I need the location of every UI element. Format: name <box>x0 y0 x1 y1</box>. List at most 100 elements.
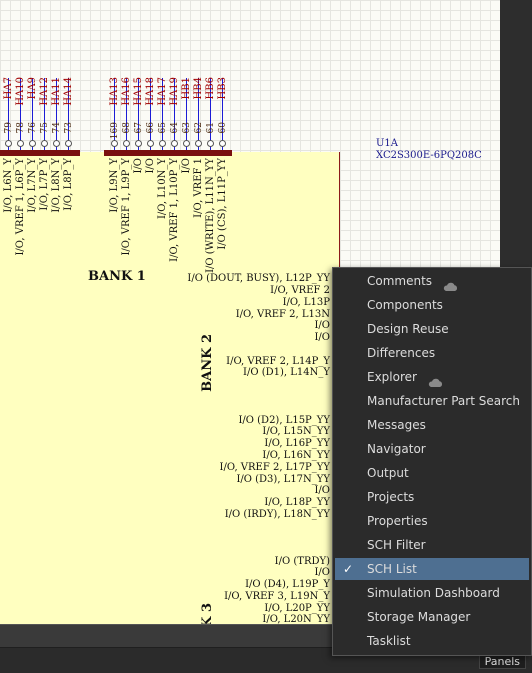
menu-item-label: Manufacturer Part Search <box>367 394 520 408</box>
menu-item-differences[interactable]: Differences <box>335 342 529 364</box>
pin-name: I/O, VREF 1 <box>193 158 204 218</box>
menu-item-simulation-dashboard[interactable]: Simulation Dashboard <box>335 582 529 604</box>
pin-junction <box>65 140 72 147</box>
menu-item-label: Explorer <box>367 370 417 384</box>
pin-name-right: I/O, VREF 3, L19N_Y <box>224 591 330 602</box>
net-label[interactable]: HA17 <box>157 77 168 106</box>
pin-number: 61 <box>206 122 216 134</box>
menu-item-label: Navigator <box>367 442 426 456</box>
bank-3-label: BANK 3 <box>200 603 215 624</box>
pin-name-right: I/O <box>314 485 330 496</box>
pin-name-right: I/O (TRDY) <box>274 556 330 567</box>
net-label[interactable]: HA10 <box>15 77 26 106</box>
menu-item-components[interactable]: Components <box>335 294 529 316</box>
pin-name: I/O, VREF 1, L9P_Y <box>121 158 132 256</box>
pin-number: 67 <box>134 122 144 134</box>
pin-name-right: I/O, L18P_YY <box>264 497 330 508</box>
menu-item-properties[interactable]: Properties <box>335 510 529 532</box>
component-part-number[interactable]: XC2S300E-6PQ208C <box>376 150 482 161</box>
pin-junction <box>29 140 36 147</box>
net-label[interactable]: HA18 <box>145 77 156 106</box>
pin-name-right: I/O (D3), L17N_YY <box>236 474 330 485</box>
net-label[interactable]: HA15 <box>133 77 144 106</box>
menu-item-label: Components <box>367 298 443 312</box>
cloud-icon <box>443 282 458 291</box>
pin-name-right: I/O (D1), L14N_Y <box>243 367 330 378</box>
pin-name: I/O, L9N_Y <box>109 158 120 213</box>
menu-item-output[interactable]: Output <box>335 462 529 484</box>
pin-bar-right <box>104 150 232 156</box>
menu-item-sch-list[interactable]: ✓ SCH List <box>335 558 529 580</box>
net-label[interactable]: HB6 <box>205 77 216 99</box>
pin-name-right: I/O, VREF 2, L14P_Y <box>226 356 330 367</box>
net-label[interactable]: HA7 <box>3 77 14 99</box>
menu-item-label: Projects <box>367 490 415 504</box>
net-label[interactable]: HA9 <box>27 77 38 99</box>
pin-number: 60 <box>218 122 228 134</box>
net-label[interactable]: HB4 <box>193 77 204 99</box>
menu-item-label: Comments <box>367 274 433 288</box>
pin-number: 66 <box>146 122 156 134</box>
pin-number: 74 <box>52 122 62 134</box>
pin-number: 169 <box>110 122 120 140</box>
pin-junction <box>135 140 142 147</box>
menu-item-projects[interactable]: Projects <box>335 486 529 508</box>
cloud-icon <box>428 378 443 387</box>
pin-name-right: I/O <box>314 332 330 343</box>
pin-name-right: I/O, VREF 2, L13N <box>235 309 330 320</box>
menu-item-tasklist[interactable]: Tasklist <box>335 630 529 652</box>
menu-item-comments[interactable]: Comments <box>335 270 529 292</box>
pin-number: 64 <box>170 122 180 134</box>
pin-junction <box>159 140 166 147</box>
pin-number: 76 <box>28 122 38 134</box>
net-label[interactable]: HB1 <box>181 77 192 99</box>
pin-junction <box>219 140 226 147</box>
pin-name: I/O, L6N_Y <box>3 158 14 213</box>
menu-item-messages[interactable]: Messages <box>335 414 529 436</box>
pin-name: I/O <box>181 158 192 174</box>
menu-item-explorer[interactable]: Explorer <box>335 366 529 388</box>
pin-junction <box>147 140 154 147</box>
net-label[interactable]: HA11 <box>51 77 62 106</box>
menu-item-label: Messages <box>367 418 426 432</box>
net-label[interactable]: HB3 <box>217 77 228 99</box>
net-label[interactable]: HA13 <box>109 77 120 106</box>
pin-number: 68 <box>122 122 132 134</box>
menu-item-label: SCH List <box>367 562 417 576</box>
menu-item-navigator[interactable]: Navigator <box>335 438 529 460</box>
pin-name-right: I/O <box>314 567 330 578</box>
pin-junction <box>183 140 190 147</box>
panels-button[interactable]: Panels <box>478 654 526 669</box>
pin-name-right: I/O, L16N_YY <box>262 450 330 461</box>
menu-item-label: SCH Filter <box>367 538 426 552</box>
menu-item-label: Output <box>367 466 409 480</box>
pin-name-right: I/O (D2), L15P_YY <box>238 415 330 426</box>
pin-junction <box>123 140 130 147</box>
pin-name: I/O, L10N_Y <box>157 158 168 220</box>
pin-name: I/O, VREF 1, L6P_Y <box>15 158 26 256</box>
pin-name-right: I/O, L13P <box>282 297 330 308</box>
pin-name-right: I/O, L20P_YY <box>264 603 330 614</box>
pin-name-right: I/O, VREF 2 <box>270 285 330 296</box>
check-icon: ✓ <box>343 562 354 576</box>
pin-number: 75 <box>40 122 50 134</box>
net-label[interactable]: HA12 <box>39 77 50 106</box>
menu-item-manufacturer-part-search[interactable]: Manufacturer Part Search <box>335 390 529 412</box>
pin-name-right: I/O, L16P_YY <box>264 438 330 449</box>
component-designator[interactable]: U1A <box>376 138 398 149</box>
menu-item-sch-filter[interactable]: SCH Filter <box>335 534 529 556</box>
menu-item-design-reuse[interactable]: Design Reuse <box>335 318 529 340</box>
pin-name: I/O, L8N_Y <box>51 158 62 213</box>
net-label[interactable]: HA14 <box>63 77 74 106</box>
pin-name: I/O <box>133 158 144 174</box>
pin-name: I/O <box>145 158 156 174</box>
menu-item-storage-manager[interactable]: Storage Manager <box>335 606 529 628</box>
pin-junction <box>53 140 60 147</box>
menu-item-label: Storage Manager <box>367 610 471 624</box>
pin-name-right: I/O, L20N_YY <box>262 614 330 624</box>
net-label[interactable]: HA19 <box>169 77 180 106</box>
pin-name: I/O, L7P_Y <box>39 158 50 211</box>
pin-number: 73 <box>64 122 74 134</box>
net-label[interactable]: HA16 <box>121 77 132 106</box>
pin-name: I/O, L7N_Y <box>27 158 38 213</box>
